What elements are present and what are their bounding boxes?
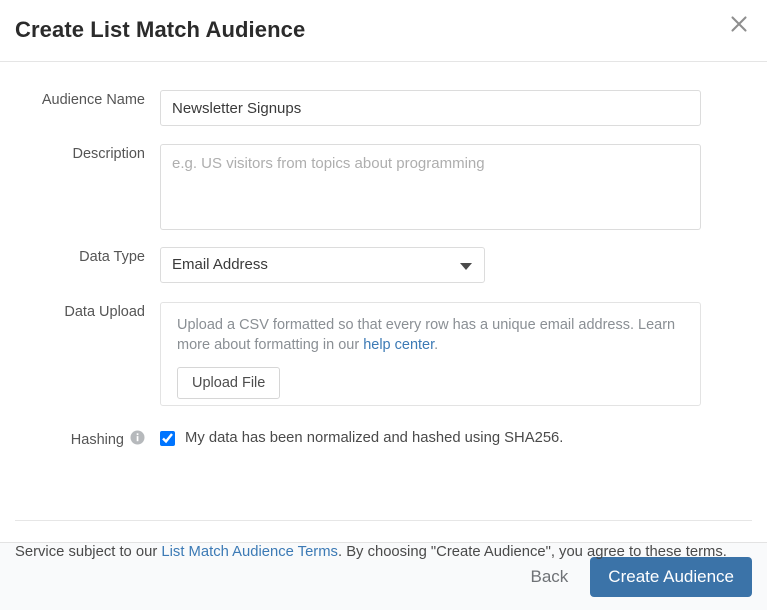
audience-name-label: Audience Name — [41, 92, 145, 108]
data-upload-label: Data Upload — [64, 304, 145, 320]
field-hashing: Hashing My data has been normalized and … — [0, 430, 767, 450]
dialog-title: Create List Match Audience — [15, 17, 306, 42]
close-icon — [730, 15, 748, 33]
data-type-label: Data Type — [79, 249, 145, 265]
help-center-link[interactable]: help center — [363, 337, 434, 353]
upload-description-line1: Upload a CSV formatted so that every row… — [177, 317, 634, 333]
terms-text: Service subject to our List Match Audien… — [15, 540, 753, 564]
list-match-audience-terms-link[interactable]: List Match Audience Terms — [161, 544, 338, 560]
hashing-checkbox[interactable] — [160, 430, 175, 446]
dialog-header: Create List Match Audience — [0, 0, 767, 62]
create-list-match-audience-dialog: Create List Match Audience Audience Name… — [0, 0, 767, 610]
close-button[interactable] — [724, 9, 754, 39]
upload-file-button[interactable]: Upload File — [177, 367, 281, 399]
hashing-checkbox-label: My data has been normalized and hashed u… — [185, 430, 564, 446]
description-label: Description — [72, 146, 145, 162]
upload-description: Upload a CSV formatted so that every row… — [177, 315, 684, 355]
terms-divider — [15, 520, 752, 521]
back-button[interactable]: Back — [531, 567, 569, 587]
upload-description-line2-suffix: . — [434, 337, 439, 353]
terms-suffix: . By choosing "Create Audience", you agr… — [337, 544, 727, 560]
hashing-label: Hashing — [70, 432, 124, 448]
terms-prefix: Service subject to our — [15, 544, 162, 560]
audience-name-input[interactable] — [160, 90, 701, 126]
field-audience-name: Audience Name — [0, 90, 767, 126]
field-data-type: Data Type Email Address — [0, 247, 767, 283]
upload-panel: Upload a CSV formatted so that every row… — [160, 302, 701, 406]
field-description: Description — [0, 144, 767, 230]
field-data-upload: Data Upload Upload a CSV formatted so th… — [0, 302, 767, 406]
description-textarea[interactable] — [160, 144, 701, 230]
info-icon[interactable] — [130, 430, 145, 450]
data-type-select[interactable]: Email Address — [160, 247, 485, 283]
dialog-body: Audience Name Description Data Type Emai… — [0, 62, 767, 560]
